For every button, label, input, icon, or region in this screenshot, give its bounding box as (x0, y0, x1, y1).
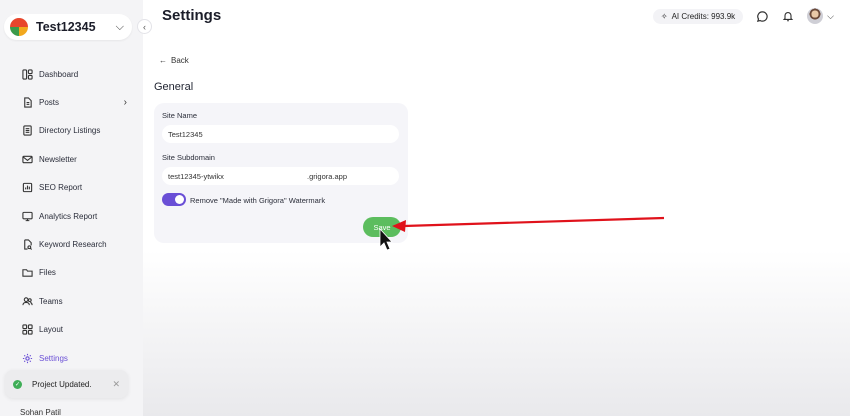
sidebar: Test12345 ⌵ Dashboard Posts › Directory … (0, 0, 143, 416)
arrow-left-icon: ← (159, 56, 167, 65)
sidebar-item-posts[interactable]: Posts › (0, 88, 143, 116)
page-title: Settings (162, 7, 222, 24)
monitor-icon (22, 211, 33, 222)
site-name-input[interactable]: Test12345 (162, 125, 399, 143)
toggle-knob (175, 195, 184, 204)
folder-icon (22, 267, 33, 278)
save-button[interactable]: Save (363, 217, 401, 237)
search-doc-icon (22, 239, 33, 250)
sidebar-item-label: Posts (39, 98, 60, 108)
background-fade (143, 250, 850, 416)
section-title: General (154, 81, 194, 93)
sidebar-item-label: Analytics Report (39, 211, 98, 221)
sidebar-item-layout[interactable]: Layout (0, 316, 143, 344)
sidebar-item-label: Dashboard (39, 69, 79, 79)
watermark-toggle[interactable] (162, 193, 186, 206)
sidebar-item-label: Layout (39, 325, 64, 335)
chevron-right-icon: › (123, 97, 127, 109)
user-name[interactable]: Sohan Patil (20, 408, 61, 416)
sidebar-item-newsletter[interactable]: Newsletter (0, 145, 143, 173)
back-link[interactable]: ← Back (159, 56, 189, 65)
document-icon (22, 97, 33, 108)
dashboard-icon (22, 69, 33, 80)
watermark-label: Remove "Made with Grigora" Watermark (190, 196, 326, 205)
ai-credits-badge[interactable]: ✧ AI Credits: 993.9k (652, 8, 744, 24)
sidebar-item-label: Newsletter (39, 154, 77, 164)
sidebar-item-label: Settings (39, 353, 68, 363)
top-bar: ✧ AI Credits: 993.9k ⌵ (652, 6, 834, 26)
report-icon (22, 182, 33, 193)
sidebar-item-keyword-research[interactable]: Keyword Research (0, 230, 143, 258)
chevron-down-icon: ⌵ (827, 10, 834, 21)
toast-notification: ✓ Project Updated. ✕ (5, 370, 128, 398)
sidebar-nav: Dashboard Posts › Directory Listings New… (0, 60, 143, 372)
sidebar-item-files[interactable]: Files (0, 259, 143, 287)
user-menu[interactable]: ⌵ (807, 8, 834, 24)
bell-icon[interactable] (781, 9, 795, 23)
sparkle-icon: ✧ (660, 11, 668, 21)
list-icon (22, 125, 33, 137)
users-icon (22, 296, 33, 307)
annotation-arrow-line (403, 216, 665, 228)
workspace-name: Test12345 (36, 20, 96, 34)
subdomain-label: Site Subdomain (162, 153, 215, 162)
close-icon[interactable]: ✕ (112, 379, 120, 390)
sidebar-item-label: Keyword Research (39, 240, 107, 250)
mail-icon (22, 154, 33, 165)
subdomain-input[interactable]: test12345-ytwikx (162, 167, 399, 185)
subdomain-suffix: .grigora.app (307, 172, 348, 181)
collapse-sidebar-button[interactable]: ‹ (137, 19, 152, 34)
grid-icon (22, 324, 33, 335)
sidebar-item-label: Directory Listings (39, 126, 101, 136)
sidebar-item-label: Files (39, 268, 56, 278)
gear-icon (22, 353, 33, 364)
sidebar-item-settings[interactable]: Settings (0, 344, 143, 372)
toast-message: Project Updated. (32, 379, 92, 389)
sidebar-item-label: SEO Report (39, 183, 83, 193)
sidebar-item-seo-report[interactable]: SEO Report (0, 174, 143, 202)
sidebar-item-dashboard[interactable]: Dashboard (0, 60, 143, 88)
sidebar-item-directory-listings[interactable]: Directory Listings (0, 117, 143, 145)
sidebar-item-teams[interactable]: Teams (0, 287, 143, 315)
site-name-label: Site Name (162, 111, 198, 120)
workspace-switcher[interactable]: Test12345 ⌵ (4, 14, 132, 40)
back-label: Back (171, 56, 189, 65)
sidebar-item-analytics-report[interactable]: Analytics Report (0, 202, 143, 230)
sidebar-item-label: Teams (39, 296, 63, 306)
ai-credits-text: AI Credits: 993.9k (671, 11, 736, 21)
check-icon: ✓ (13, 379, 22, 389)
workspace-logo (10, 18, 28, 36)
chat-icon[interactable] (755, 9, 769, 23)
chevron-down-icon: ⌵ (115, 20, 124, 33)
avatar (807, 8, 824, 24)
